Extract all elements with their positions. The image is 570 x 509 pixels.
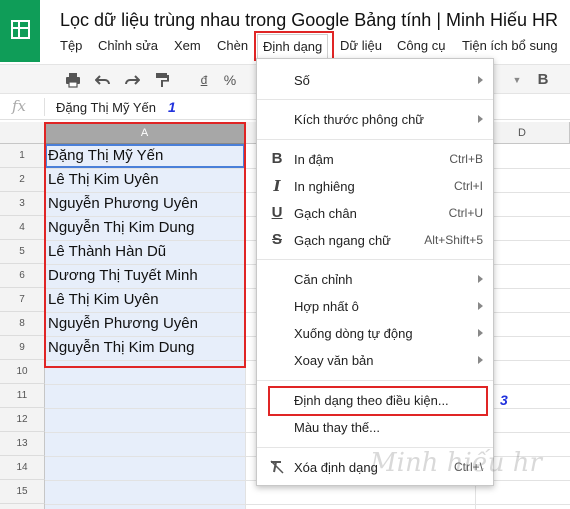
row-header[interactable]: 10 — [0, 360, 45, 384]
menu-data[interactable]: Dữ liệu — [340, 37, 382, 57]
chevron-right-icon — [478, 329, 483, 337]
currency-format-button[interactable]: đ — [193, 69, 215, 91]
menu-item-rotate[interactable]: Xoay văn bản — [257, 347, 493, 374]
menu-separator — [257, 259, 493, 260]
italic-icon: I — [273, 177, 281, 195]
bold-icon: B — [271, 150, 283, 167]
chevron-right-icon — [478, 356, 483, 364]
row-header[interactable]: 6 — [0, 264, 45, 288]
chevron-down-icon[interactable]: ▼ — [506, 69, 528, 91]
menu-separator — [257, 380, 493, 381]
print-icon[interactable] — [62, 69, 84, 91]
menu-item-label: Xóa định dạng — [294, 460, 378, 475]
menu-item-label: In nghiêng — [294, 179, 355, 194]
menu-item-label: Gạch ngang chữ — [294, 233, 391, 248]
menu-item-wrap[interactable]: Xuống dòng tự động — [257, 320, 493, 347]
annotation-3: 3 — [500, 392, 508, 408]
fx-icon: fx — [12, 97, 27, 115]
row-header[interactable]: 5 — [0, 240, 45, 264]
formula-divider — [44, 98, 45, 116]
menu-file[interactable]: Tệp — [60, 37, 82, 57]
underline-icon: U — [271, 204, 283, 221]
menu-addons[interactable]: Tiện ích bổ sung — [462, 37, 558, 57]
row-header[interactable]: 1 — [0, 144, 45, 168]
menu-tools[interactable]: Công cụ — [397, 37, 445, 57]
sheets-logo-icon[interactable] — [0, 0, 40, 62]
row-header[interactable]: 3 — [0, 192, 45, 216]
menu-item-label: Căn chỉnh — [294, 272, 353, 287]
chevron-right-icon — [478, 275, 483, 283]
menu-item-underline[interactable]: U Gạch chân Ctrl+U — [257, 200, 493, 227]
row-header[interactable]: 8 — [0, 312, 45, 336]
shortcut-label: Alt+Shift+5 — [424, 233, 483, 247]
format-dropdown-menu: Số Kích thước phông chữ B In đậm Ctrl+B … — [256, 58, 494, 486]
row-header[interactable]: 13 — [0, 432, 45, 456]
range-highlight-box — [44, 122, 246, 368]
row-header[interactable]: 7 — [0, 288, 45, 312]
select-all-corner[interactable] — [0, 122, 45, 144]
menu-item-strikethrough[interactable]: S Gạch ngang chữ Alt+Shift+5 — [257, 227, 493, 254]
menu-item-label: Hợp nhất ô — [294, 299, 359, 314]
annotation-1: 1 — [168, 99, 176, 115]
chevron-right-icon — [478, 76, 483, 84]
menu-item-italic[interactable]: I In nghiêng Ctrl+I — [257, 173, 493, 200]
menu-item-label: Màu thay thế... — [294, 420, 380, 435]
shortcut-label: Ctrl+B — [449, 152, 483, 166]
redo-icon[interactable] — [121, 69, 143, 91]
percent-format-button[interactable]: % — [219, 69, 241, 91]
row-header[interactable]: 2 — [0, 168, 45, 192]
row-header[interactable]: 16 — [0, 504, 45, 509]
row-header[interactable]: 12 — [0, 408, 45, 432]
menu-item-bold[interactable]: B In đậm Ctrl+B — [257, 146, 493, 173]
conditional-format-highlight — [268, 386, 488, 416]
row-header[interactable]: 4 — [0, 216, 45, 240]
grid-line — [45, 504, 570, 505]
watermark-text: Minh hiếu hr — [370, 448, 542, 478]
menu-item-label: Số — [294, 73, 310, 88]
menu-item-label: Gạch chân — [294, 206, 357, 221]
chevron-right-icon — [478, 302, 483, 310]
bold-button[interactable]: B — [532, 69, 554, 91]
document-title[interactable]: Lọc dữ liệu trùng nhau trong Google Bảng… — [60, 10, 558, 31]
row-header[interactable]: 15 — [0, 480, 45, 504]
menu-item-label: Xuống dòng tự động — [294, 326, 413, 341]
menu-item-align[interactable]: Căn chỉnh — [257, 266, 493, 293]
format-menu-highlight — [254, 31, 334, 61]
sheets-grid-glyph — [11, 20, 30, 39]
menu-view[interactable]: Xem — [174, 37, 201, 57]
menu-insert[interactable]: Chèn — [217, 37, 248, 57]
menu-edit[interactable]: Chỉnh sửa — [98, 37, 158, 57]
strikethrough-icon: S — [271, 231, 282, 248]
shortcut-label: Ctrl+U — [448, 206, 483, 220]
row-header[interactable]: 11 — [0, 384, 45, 408]
menu-item-number[interactable]: Số — [257, 67, 493, 94]
menu-item-label: In đậm — [294, 152, 334, 167]
row-header[interactable]: 14 — [0, 456, 45, 480]
formula-input[interactable]: Đặng Thị Mỹ Yến — [56, 100, 156, 115]
paint-format-icon[interactable] — [151, 69, 173, 91]
menu-item-label: Xoay văn bản — [294, 353, 374, 368]
chevron-right-icon — [478, 115, 483, 123]
menu-item-label: Kích thước phông chữ — [294, 112, 424, 127]
shortcut-label: Ctrl+I — [453, 179, 483, 193]
menu-item-alternating-colors[interactable]: Màu thay thế... — [257, 414, 493, 441]
undo-icon[interactable] — [92, 69, 114, 91]
menu-separator — [257, 99, 493, 100]
menu-item-font-size[interactable]: Kích thước phông chữ — [257, 106, 493, 133]
menu-item-merge[interactable]: Hợp nhất ô — [257, 293, 493, 320]
row-header[interactable]: 9 — [0, 336, 45, 360]
clear-format-icon — [269, 459, 285, 475]
menu-separator — [257, 139, 493, 140]
